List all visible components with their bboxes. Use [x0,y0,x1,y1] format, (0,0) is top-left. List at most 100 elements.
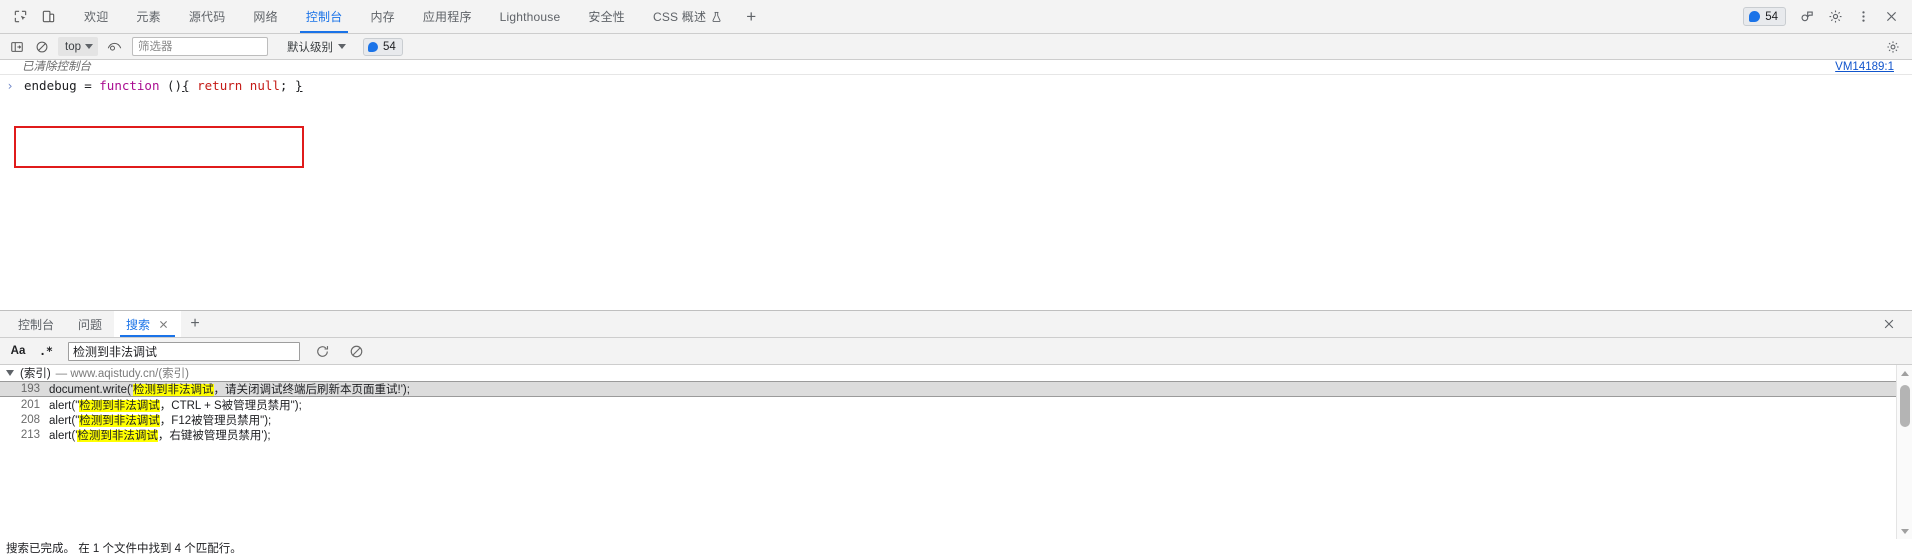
table-row[interactable]: 201 alert("检测到非法调试，CTRL + S被管理员禁用"); [0,397,1912,412]
devtools-window: 欢迎 元素 源代码 网络 控制台 内存 应用程序 Lighthouse 安全性 … [0,0,1912,557]
clear-search-icon[interactable] [344,341,368,361]
console-input-code[interactable]: endebug = function (){ return null; } [20,78,303,94]
console-toolbar: top 默认级别 54 [0,34,1912,60]
result-match: 检测到非法调试 [79,399,160,412]
search-query-input[interactable] [68,341,300,361]
devtools-panel-tabs: 欢迎 元素 源代码 网络 控制台 内存 应用程序 Lighthouse 安全性 … [70,0,766,33]
tab-memory[interactable]: 内存 [356,0,408,33]
more-options-kebab-icon[interactable] [1850,4,1876,30]
result-line-content: alert('检测到非法调试，右键被管理员禁用'); [49,427,271,443]
tab-label: CSS 概述 [652,10,707,24]
console-message-area[interactable]: 已清除控制台 VM14189:1 › endebug = function ()… [0,60,1912,310]
message-bubble-icon [368,41,378,52]
code-keyword-function: function [99,78,160,93]
tabbar-left-icons [0,0,62,33]
settings-gear-icon[interactable] [1822,4,1848,30]
result-match: 检测到非法调试 [77,429,158,442]
tab-label: 元素 [136,10,161,24]
scroll-up-arrow[interactable] [1897,365,1912,381]
issues-count-badge[interactable]: 54 [1743,7,1786,26]
red-highlight-rectangle [14,126,304,168]
scrollbar-thumb[interactable] [1900,385,1910,427]
tab-label: 安全性 [588,10,625,24]
tab-security[interactable]: 安全性 [574,0,639,33]
table-row[interactable]: 193 document.write('检测到非法调试，请关闭调试终端后刷新本页… [0,381,1912,397]
drawer-tab-console[interactable]: 控制台 [6,311,66,337]
inspect-element-icon[interactable] [6,4,34,30]
match-case-label: Aa [10,345,26,357]
table-row[interactable]: 213 alert('检测到非法调试，右键被管理员禁用'); [0,427,1912,442]
add-panel-tab-button[interactable]: + [736,0,766,33]
result-line-content: document.write('检测到非法调试，请关闭调试终端后刷新本页面重试!… [49,381,410,397]
tab-elements[interactable]: 元素 [122,0,174,33]
result-file-url: — www.aqistudy.cn/(索引) [55,368,190,380]
search-result-file-header[interactable]: (索引) — www.aqistudy.cn/(索引) [0,365,1912,381]
tab-label: 源代码 [188,10,226,24]
result-post: ，请关闭调试终端后刷新本页面重试!'); [213,384,410,396]
regex-toggle[interactable]: .* [34,341,58,361]
scroll-down-arrow[interactable] [1897,523,1912,539]
console-issues-count: 54 [383,40,396,53]
devtools-feedback-icon[interactable] [1794,4,1820,30]
triangle-down-icon [1901,528,1909,534]
tab-welcome[interactable]: 欢迎 [70,0,122,33]
drawer-tab-issues[interactable]: 问题 [66,311,114,337]
code-segment-params: () [159,78,183,93]
live-expression-eye-icon[interactable] [103,37,125,57]
console-cleared-message: 已清除控制台 [22,61,91,73]
code-segment-assignment: endebug = [24,78,100,93]
result-line-number: 213 [20,428,40,441]
close-drawer-icon[interactable] [1876,311,1902,337]
drawer-tab-search[interactable]: 搜索 [114,311,182,337]
log-level-selector[interactable]: 默认级别 [283,37,350,56]
code-keyword-return: return null [189,78,280,93]
console-prompt-caret: › [6,79,14,93]
add-drawer-tab-button[interactable]: + [181,311,209,337]
results-scrollbar[interactable] [1896,365,1912,539]
tab-lighthouse[interactable]: Lighthouse [486,0,575,33]
console-issues-badge[interactable]: 54 [363,37,403,56]
result-pre: document.write(' [49,384,134,396]
drawer-tab-label: 控制台 [18,317,55,332]
tab-label: 网络 [253,10,278,24]
search-results-list[interactable]: (索引) — www.aqistudy.cn/(索引) 193 document… [0,365,1912,539]
experiment-flask-icon [711,11,722,23]
result-post: ，右键被管理员禁用'); [157,429,271,442]
console-sidebar-toggle-icon[interactable] [6,37,28,57]
result-match: 检测到非法调试 [79,414,160,427]
tab-application[interactable]: 应用程序 [409,0,486,33]
issues-count-label: 54 [1765,10,1778,23]
tab-css-overview[interactable]: CSS 概述 [639,0,736,33]
table-row[interactable]: 208 alert("检测到非法调试，F12被管理员禁用"); [0,412,1912,427]
message-bubble-icon [1749,11,1761,22]
context-value: top [65,40,81,53]
result-post: ，CTRL + S被管理员禁用"); [159,399,302,412]
close-search-tab-icon[interactable] [158,319,169,330]
device-toolbar-icon[interactable] [34,4,62,30]
code-semicolon: ; [279,78,295,93]
console-prompt-row[interactable]: › endebug = function (){ return null; } [0,75,1912,97]
tab-label: 控制台 [305,10,343,24]
plus-icon: + [190,315,200,332]
tab-label: Lighthouse [499,9,561,24]
tab-sources[interactable]: 源代码 [175,0,240,33]
result-line-content: alert("检测到非法调试，CTRL + S被管理员禁用"); [49,397,302,413]
console-filter-input[interactable] [132,37,268,56]
console-settings-gear-icon[interactable] [1882,37,1904,57]
javascript-context-selector[interactable]: top [58,37,98,56]
console-source-link[interactable]: VM14189:1 [1835,61,1894,73]
search-toolbar: Aa .* [0,338,1912,365]
tab-network[interactable]: 网络 [239,0,291,33]
devtools-main-tabbar: 欢迎 元素 源代码 网络 控制台 内存 应用程序 Lighthouse 安全性 … [0,0,1912,34]
clear-console-icon[interactable] [31,37,53,57]
tab-console[interactable]: 控制台 [292,0,357,33]
refresh-search-icon[interactable] [310,341,334,361]
expand-triangle-icon[interactable] [6,370,14,376]
devtools-drawer: 控制台 问题 搜索 + Aa .* 检测到非法调试 (索引) — www.aqi… [0,310,1912,557]
tabbar-right-controls: 54 [1743,0,1912,33]
close-devtools-icon[interactable] [1878,4,1904,30]
result-file-name: (索引) [20,368,51,380]
tab-label: 内存 [370,10,395,24]
result-pre: alert(" [49,414,80,427]
match-case-toggle[interactable]: Aa [6,341,30,361]
